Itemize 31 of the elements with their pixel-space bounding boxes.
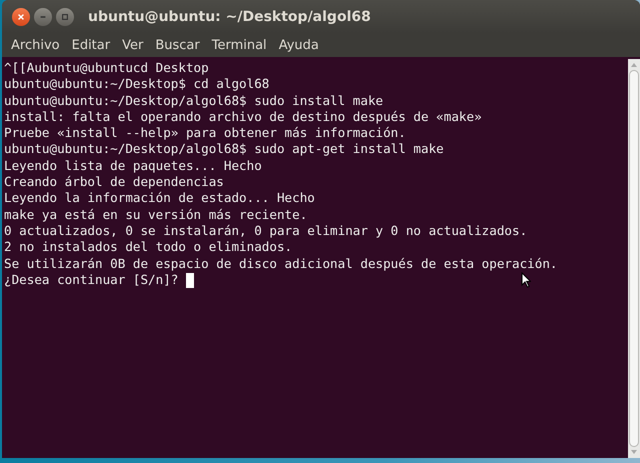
menu-item[interactable]: Editar <box>66 36 116 54</box>
terminal-line: ubuntu@ubuntu:~/Desktop/algol68$ sudo install make <box>4 92 384 109</box>
terminal-line: Leyendo lista de paquetes... Hecho <box>4 158 262 174</box>
scrollbar[interactable] <box>628 59 640 458</box>
close-button[interactable] <box>12 8 30 26</box>
close-icon[interactable] <box>17 12 25 20</box>
terminal-line: ¿Desea continuar [S/n]? <box>4 272 178 288</box>
terminal-line: ^[[Aubuntu@ubuntucd Desktop <box>4 60 209 76</box>
terminal-line: ubuntu@ubuntu:~/Desktop/algol68$ sudo apt-get install make <box>4 141 444 158</box>
terminal-line: make ya está en su versión más reciente. <box>4 206 308 223</box>
scroll-up-icon[interactable] <box>630 62 638 68</box>
terminal-line: install: falta el operando archivo de destino después de «make» <box>4 108 482 126</box>
terminal-line: Leyendo la información de estado... Hecho <box>4 190 315 207</box>
terminal-line: ubuntu@ubuntu:~/Desktop$ cd algol68 <box>4 76 270 93</box>
menu-item[interactable]: Buscar <box>150 36 205 54</box>
maximize-button[interactable] <box>56 8 74 26</box>
text-cursor <box>186 272 194 288</box>
menu-item[interactable]: Ver <box>117 36 148 54</box>
scrollbar-thumb[interactable] <box>629 70 639 447</box>
terminal-line: Pruebe «install --help» para obtener más información. <box>4 125 406 142</box>
scroll-down-icon[interactable] <box>630 449 638 455</box>
window-title: ubuntu@ubuntu: ~/Desktop/algol68 <box>88 8 371 24</box>
terminal-line: Creando árbol de dependencias <box>4 174 224 190</box>
terminal-line: 0 actualizados, 0 se instalarán, 0 para eliminar y 0 no actualizados. <box>4 222 528 240</box>
terminal-line: Se utilizarán 0B de espacio de disco adicional después de esta operación. <box>4 256 558 272</box>
menu-item[interactable]: Archivo <box>6 36 65 54</box>
mouse-pointer-icon <box>521 272 531 288</box>
terminal-line: 2 no instalados del todo o eliminados. <box>4 239 292 256</box>
menu-item[interactable]: Ayuda <box>274 36 324 54</box>
maximize-icon[interactable] <box>61 12 69 20</box>
menu-item[interactable]: Terminal <box>206 36 272 54</box>
